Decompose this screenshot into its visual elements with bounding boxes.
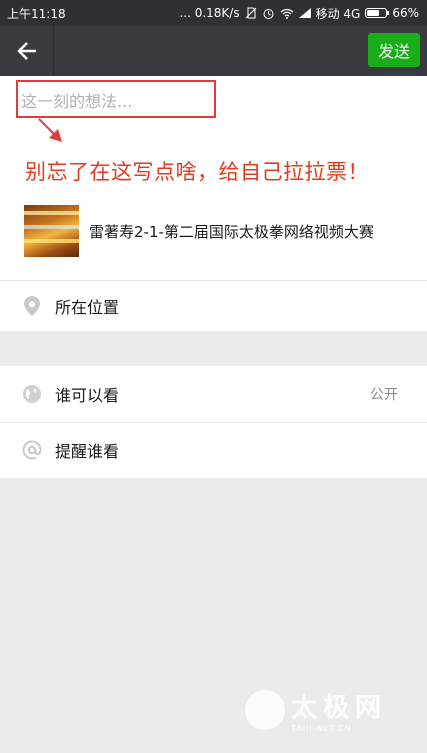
highlight-box	[16, 80, 216, 118]
status-right: ... 0.18K/s 移动 4G 66%	[179, 5, 419, 22]
battery-icon	[365, 8, 390, 18]
back-arrow-icon	[16, 41, 38, 61]
thumbnail-band	[24, 225, 79, 229]
network-speed: ... 0.18K/s	[179, 6, 240, 20]
signal-icon	[298, 8, 311, 18]
red-arrow-icon	[36, 116, 66, 148]
globe-icon	[22, 384, 42, 404]
visibility-label: 谁可以看	[55, 386, 120, 405]
back-button[interactable]	[0, 26, 54, 76]
send-button[interactable]: 发送	[368, 33, 420, 67]
watermark-logo-icon	[244, 690, 285, 730]
thumbnail-band	[24, 211, 79, 215]
settings-group: 谁可以看 公开 提醒谁看	[0, 366, 427, 478]
location-row[interactable]: 所在位置	[0, 281, 427, 331]
wifi-icon	[280, 8, 294, 19]
status-bar: 上午11:18 ... 0.18K/s 移动 4G 66%	[0, 0, 427, 26]
carrier-label: 移动 4G	[315, 6, 361, 21]
mention-label: 提醒谁看	[55, 442, 120, 461]
battery-fill	[367, 10, 380, 16]
no-sim-icon	[245, 7, 257, 19]
mention-row[interactable]: 提醒谁看	[0, 422, 427, 478]
top-bar: 发送	[0, 26, 427, 76]
battery-percent: 66%	[392, 6, 419, 20]
annotation-text: 别忘了在这写点啥，给自己拉拉票！	[25, 160, 369, 184]
alarm-icon	[262, 7, 275, 20]
visibility-value: 公开	[370, 387, 398, 403]
at-icon	[22, 440, 42, 460]
visibility-row[interactable]: 谁可以看 公开	[0, 366, 427, 422]
link-title: 雷著寿2-1-第二届国际太极拳网络视频大赛	[89, 222, 374, 241]
thumbnail-band	[24, 239, 79, 243]
composer-panel: 这一刻的想法... 别忘了在这写点啥，给自己拉拉票！ 雷著寿2-1-第二届国际太…	[0, 76, 427, 331]
location-label: 所在位置	[55, 298, 120, 317]
watermark-sub: TAIJI-NET.CN	[290, 724, 352, 733]
location-pin-icon	[22, 296, 42, 316]
shared-link-card[interactable]: 雷著寿2-1-第二届国际太极拳网络视频大赛	[24, 205, 414, 257]
link-thumbnail	[24, 205, 79, 257]
watermark-text: 太极网 TAIJI-NET.CN	[291, 687, 387, 733]
watermark: 太极网 TAIJI-NET.CN	[244, 687, 387, 733]
watermark-main: 太极网	[290, 693, 387, 723]
status-time: 上午11:18	[7, 6, 66, 21]
